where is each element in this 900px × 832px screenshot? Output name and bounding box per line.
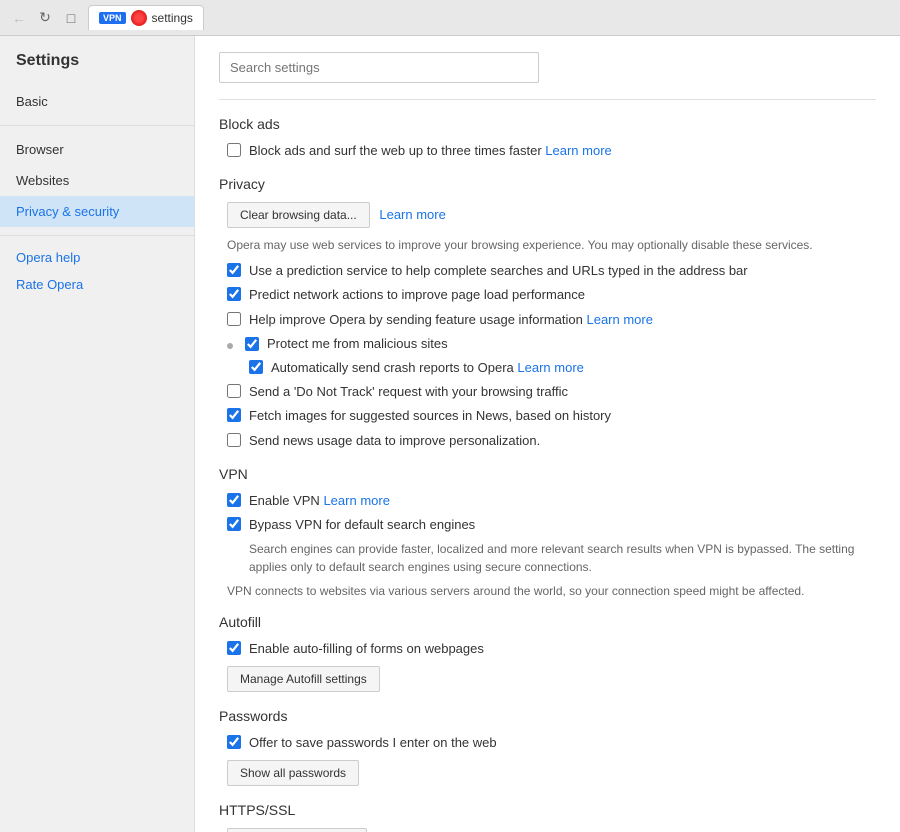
privacy-images-row: Fetch images for suggested sources in Ne… bbox=[227, 407, 876, 425]
feature-usage-label: Help improve Opera by sending feature us… bbox=[249, 311, 653, 329]
vpn-note: VPN connects to websites via various ser… bbox=[227, 584, 876, 598]
vpn-content: Enable VPN Learn more Bypass VPN for def… bbox=[219, 492, 876, 598]
autofill-title: Autofill bbox=[219, 614, 876, 630]
clear-browsing-button[interactable]: Clear browsing data... bbox=[227, 202, 370, 228]
privacy-feature-row: Help improve Opera by sending feature us… bbox=[227, 311, 876, 329]
enable-autofill-checkbox[interactable] bbox=[227, 641, 241, 655]
tab-bar: VPN settings bbox=[88, 5, 890, 30]
news-checkbox[interactable] bbox=[227, 433, 241, 447]
bypass-desc: Search engines can provide faster, local… bbox=[227, 540, 876, 576]
dnt-checkbox[interactable] bbox=[227, 384, 241, 398]
settings-tab[interactable]: VPN settings bbox=[88, 5, 204, 30]
passwords-content: Offer to save passwords I enter on the w… bbox=[219, 734, 876, 786]
sidebar-item-basic[interactable]: Basic bbox=[0, 86, 194, 117]
https-ssl-title: HTTPS/SSL bbox=[219, 802, 876, 818]
tab-grid-button[interactable]: □ bbox=[62, 9, 80, 27]
malicious-label: Protect me from malicious sites bbox=[267, 335, 448, 353]
https-ssl-content: Manage certificates... Learn more bbox=[219, 828, 876, 832]
privacy-prediction-row: Use a prediction service to help complet… bbox=[227, 262, 876, 280]
feature-usage-checkbox[interactable] bbox=[227, 312, 241, 326]
main-layout: Settings Basic Browser Websites Privacy … bbox=[0, 36, 900, 832]
manage-autofill-button[interactable]: Manage Autofill settings bbox=[227, 666, 380, 692]
sidebar-item-browser[interactable]: Browser bbox=[0, 134, 194, 165]
prediction-label: Use a prediction service to help complet… bbox=[249, 262, 748, 280]
crash-checkbox[interactable] bbox=[249, 360, 263, 374]
passwords-section: Passwords Offer to save passwords I ente… bbox=[219, 708, 876, 786]
search-input[interactable] bbox=[219, 52, 539, 83]
autofill-section: Autofill Enable auto-filling of forms on… bbox=[219, 614, 876, 692]
section-divider bbox=[219, 99, 876, 100]
prediction-checkbox[interactable] bbox=[227, 263, 241, 277]
network-checkbox[interactable] bbox=[227, 287, 241, 301]
save-passwords-checkbox[interactable] bbox=[227, 735, 241, 749]
nav-buttons: ← ↻ □ bbox=[10, 9, 80, 27]
privacy-section: Privacy Clear browsing data... Learn mor… bbox=[219, 176, 876, 450]
block-ads-learn-more[interactable]: Learn more bbox=[545, 143, 611, 158]
sidebar-divider-1 bbox=[0, 125, 194, 126]
enable-autofill-label: Enable auto-filling of forms on webpages bbox=[249, 640, 484, 658]
rate-opera-link[interactable]: Rate Opera bbox=[0, 271, 194, 298]
block-ads-checkbox[interactable] bbox=[227, 143, 241, 157]
images-label: Fetch images for suggested sources in Ne… bbox=[249, 407, 611, 425]
sidebar-item-privacy-security[interactable]: Privacy & security bbox=[0, 196, 194, 227]
crash-learn-more[interactable]: Learn more bbox=[517, 360, 583, 375]
top-bar: ← ↻ □ VPN settings bbox=[0, 0, 900, 36]
autofill-enable-row: Enable auto-filling of forms on webpages bbox=[227, 640, 876, 658]
refresh-button[interactable]: ↻ bbox=[36, 9, 54, 27]
malicious-bullet bbox=[227, 343, 233, 349]
passwords-title: Passwords bbox=[219, 708, 876, 724]
enable-vpn-checkbox[interactable] bbox=[227, 493, 241, 507]
save-passwords-label: Offer to save passwords I enter on the w… bbox=[249, 734, 497, 752]
search-box bbox=[219, 52, 539, 83]
privacy-news-row: Send news usage data to improve personal… bbox=[227, 432, 876, 450]
vpn-title: VPN bbox=[219, 466, 876, 482]
sidebar-title: Settings bbox=[0, 52, 194, 86]
privacy-title: Privacy bbox=[219, 176, 876, 192]
vpn-section: VPN Enable VPN Learn more Bypass VPN for… bbox=[219, 466, 876, 598]
sidebar: Settings Basic Browser Websites Privacy … bbox=[0, 36, 195, 832]
vpn-learn-more[interactable]: Learn more bbox=[323, 493, 389, 508]
sidebar-item-websites[interactable]: Websites bbox=[0, 165, 194, 196]
privacy-desc: Opera may use web services to improve yo… bbox=[227, 236, 876, 254]
privacy-network-row: Predict network actions to improve page … bbox=[227, 286, 876, 304]
vpn-badge: VPN bbox=[99, 12, 126, 24]
vpn-enable-row: Enable VPN Learn more bbox=[227, 492, 876, 510]
block-ads-section: Block ads Block ads and surf the web up … bbox=[219, 116, 876, 160]
feature-usage-learn-more[interactable]: Learn more bbox=[586, 312, 652, 327]
https-ssl-section: HTTPS/SSL Manage certificates... Learn m… bbox=[219, 802, 876, 832]
vpn-bypass-row: Bypass VPN for default search engines bbox=[227, 516, 876, 534]
autofill-content: Enable auto-filling of forms on webpages… bbox=[219, 640, 876, 692]
block-ads-label: Block ads and surf the web up to three t… bbox=[249, 142, 612, 160]
content-area: Block ads Block ads and surf the web up … bbox=[195, 36, 900, 832]
dnt-label: Send a 'Do Not Track' request with your … bbox=[249, 383, 568, 401]
block-ads-title: Block ads bbox=[219, 116, 876, 132]
block-ads-row: Block ads and surf the web up to three t… bbox=[227, 142, 876, 160]
privacy-buttons: Clear browsing data... Learn more bbox=[227, 202, 876, 228]
bypass-vpn-label: Bypass VPN for default search engines bbox=[249, 516, 475, 534]
show-passwords-button[interactable]: Show all passwords bbox=[227, 760, 359, 786]
back-button[interactable]: ← bbox=[10, 9, 28, 27]
block-ads-content: Block ads and surf the web up to three t… bbox=[219, 142, 876, 160]
privacy-content: Clear browsing data... Learn more Opera … bbox=[219, 202, 876, 450]
bypass-vpn-checkbox[interactable] bbox=[227, 517, 241, 531]
tab-title: settings bbox=[152, 11, 193, 25]
malicious-checkbox[interactable] bbox=[245, 337, 259, 351]
network-label: Predict network actions to improve page … bbox=[249, 286, 585, 304]
enable-vpn-label: Enable VPN Learn more bbox=[249, 492, 390, 510]
sidebar-divider-2 bbox=[0, 235, 194, 236]
privacy-crash-row: Automatically send crash reports to Oper… bbox=[227, 359, 876, 377]
crash-label: Automatically send crash reports to Oper… bbox=[271, 359, 584, 377]
news-label: Send news usage data to improve personal… bbox=[249, 432, 540, 450]
privacy-learn-more[interactable]: Learn more bbox=[379, 207, 445, 222]
save-passwords-row: Offer to save passwords I enter on the w… bbox=[227, 734, 876, 752]
manage-certs-button[interactable]: Manage certificates... bbox=[227, 828, 367, 832]
privacy-malicious-row: Protect me from malicious sites bbox=[227, 335, 876, 353]
opera-help-link[interactable]: Opera help bbox=[0, 244, 194, 271]
opera-icon bbox=[131, 10, 147, 26]
images-checkbox[interactable] bbox=[227, 408, 241, 422]
privacy-dnt-row: Send a 'Do Not Track' request with your … bbox=[227, 383, 876, 401]
